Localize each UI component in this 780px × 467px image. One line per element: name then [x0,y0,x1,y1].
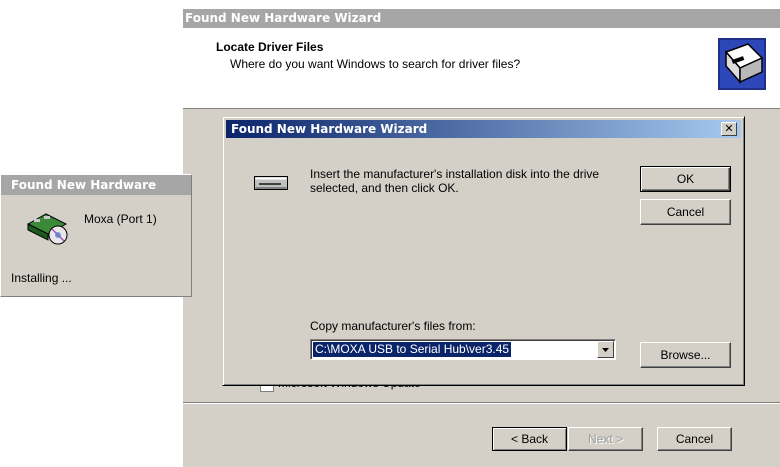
wizard-hardware-icon [718,38,766,90]
ok-button[interactable]: OK [640,166,731,192]
dialog-title-bar: Found New Hardware Wizard ✕ [226,120,741,138]
found-new-hardware-panel: Found New Hardware Moxa (Port 1) Install… [0,174,192,297]
browse-button[interactable]: Browse... [640,342,731,368]
wizard-divider [183,402,780,404]
insert-disk-message: Insert the manufacturer's installation d… [310,167,600,195]
install-status: Installing ... [11,271,72,285]
dialog-title: Found New Hardware Wizard [231,122,428,136]
dropdown-arrow-icon[interactable] [597,341,614,358]
hardware-device-icon [26,210,68,246]
back-button[interactable]: < Back [492,427,567,451]
next-button[interactable]: Next > [568,427,643,451]
close-icon[interactable]: ✕ [721,122,737,136]
copy-from-combobox[interactable]: C:\MOXA USB to Serial Hub\ver3.45 [310,339,616,360]
device-name: Moxa (Port 1) [84,212,157,226]
copy-from-label: Copy manufacturer's files from: [310,319,476,333]
insert-disk-dialog: Found New Hardware Wizard ✕ Insert the m… [222,116,745,386]
wizard-subheading: Where do you want Windows to search for … [230,57,521,71]
floppy-drive-icon [254,176,288,190]
dialog-cancel-button[interactable]: Cancel [640,199,731,225]
wizard-header: Locate Driver Files Where do you want Wi… [183,28,780,109]
notification-title-bar: Found New Hardware [1,175,191,195]
wizard-title-bar: Found New Hardware Wizard [183,9,780,28]
copy-from-path[interactable]: C:\MOXA USB to Serial Hub\ver3.45 [313,342,512,357]
wizard-cancel-button[interactable]: Cancel [657,427,732,451]
wizard-heading: Locate Driver Files [216,40,324,54]
